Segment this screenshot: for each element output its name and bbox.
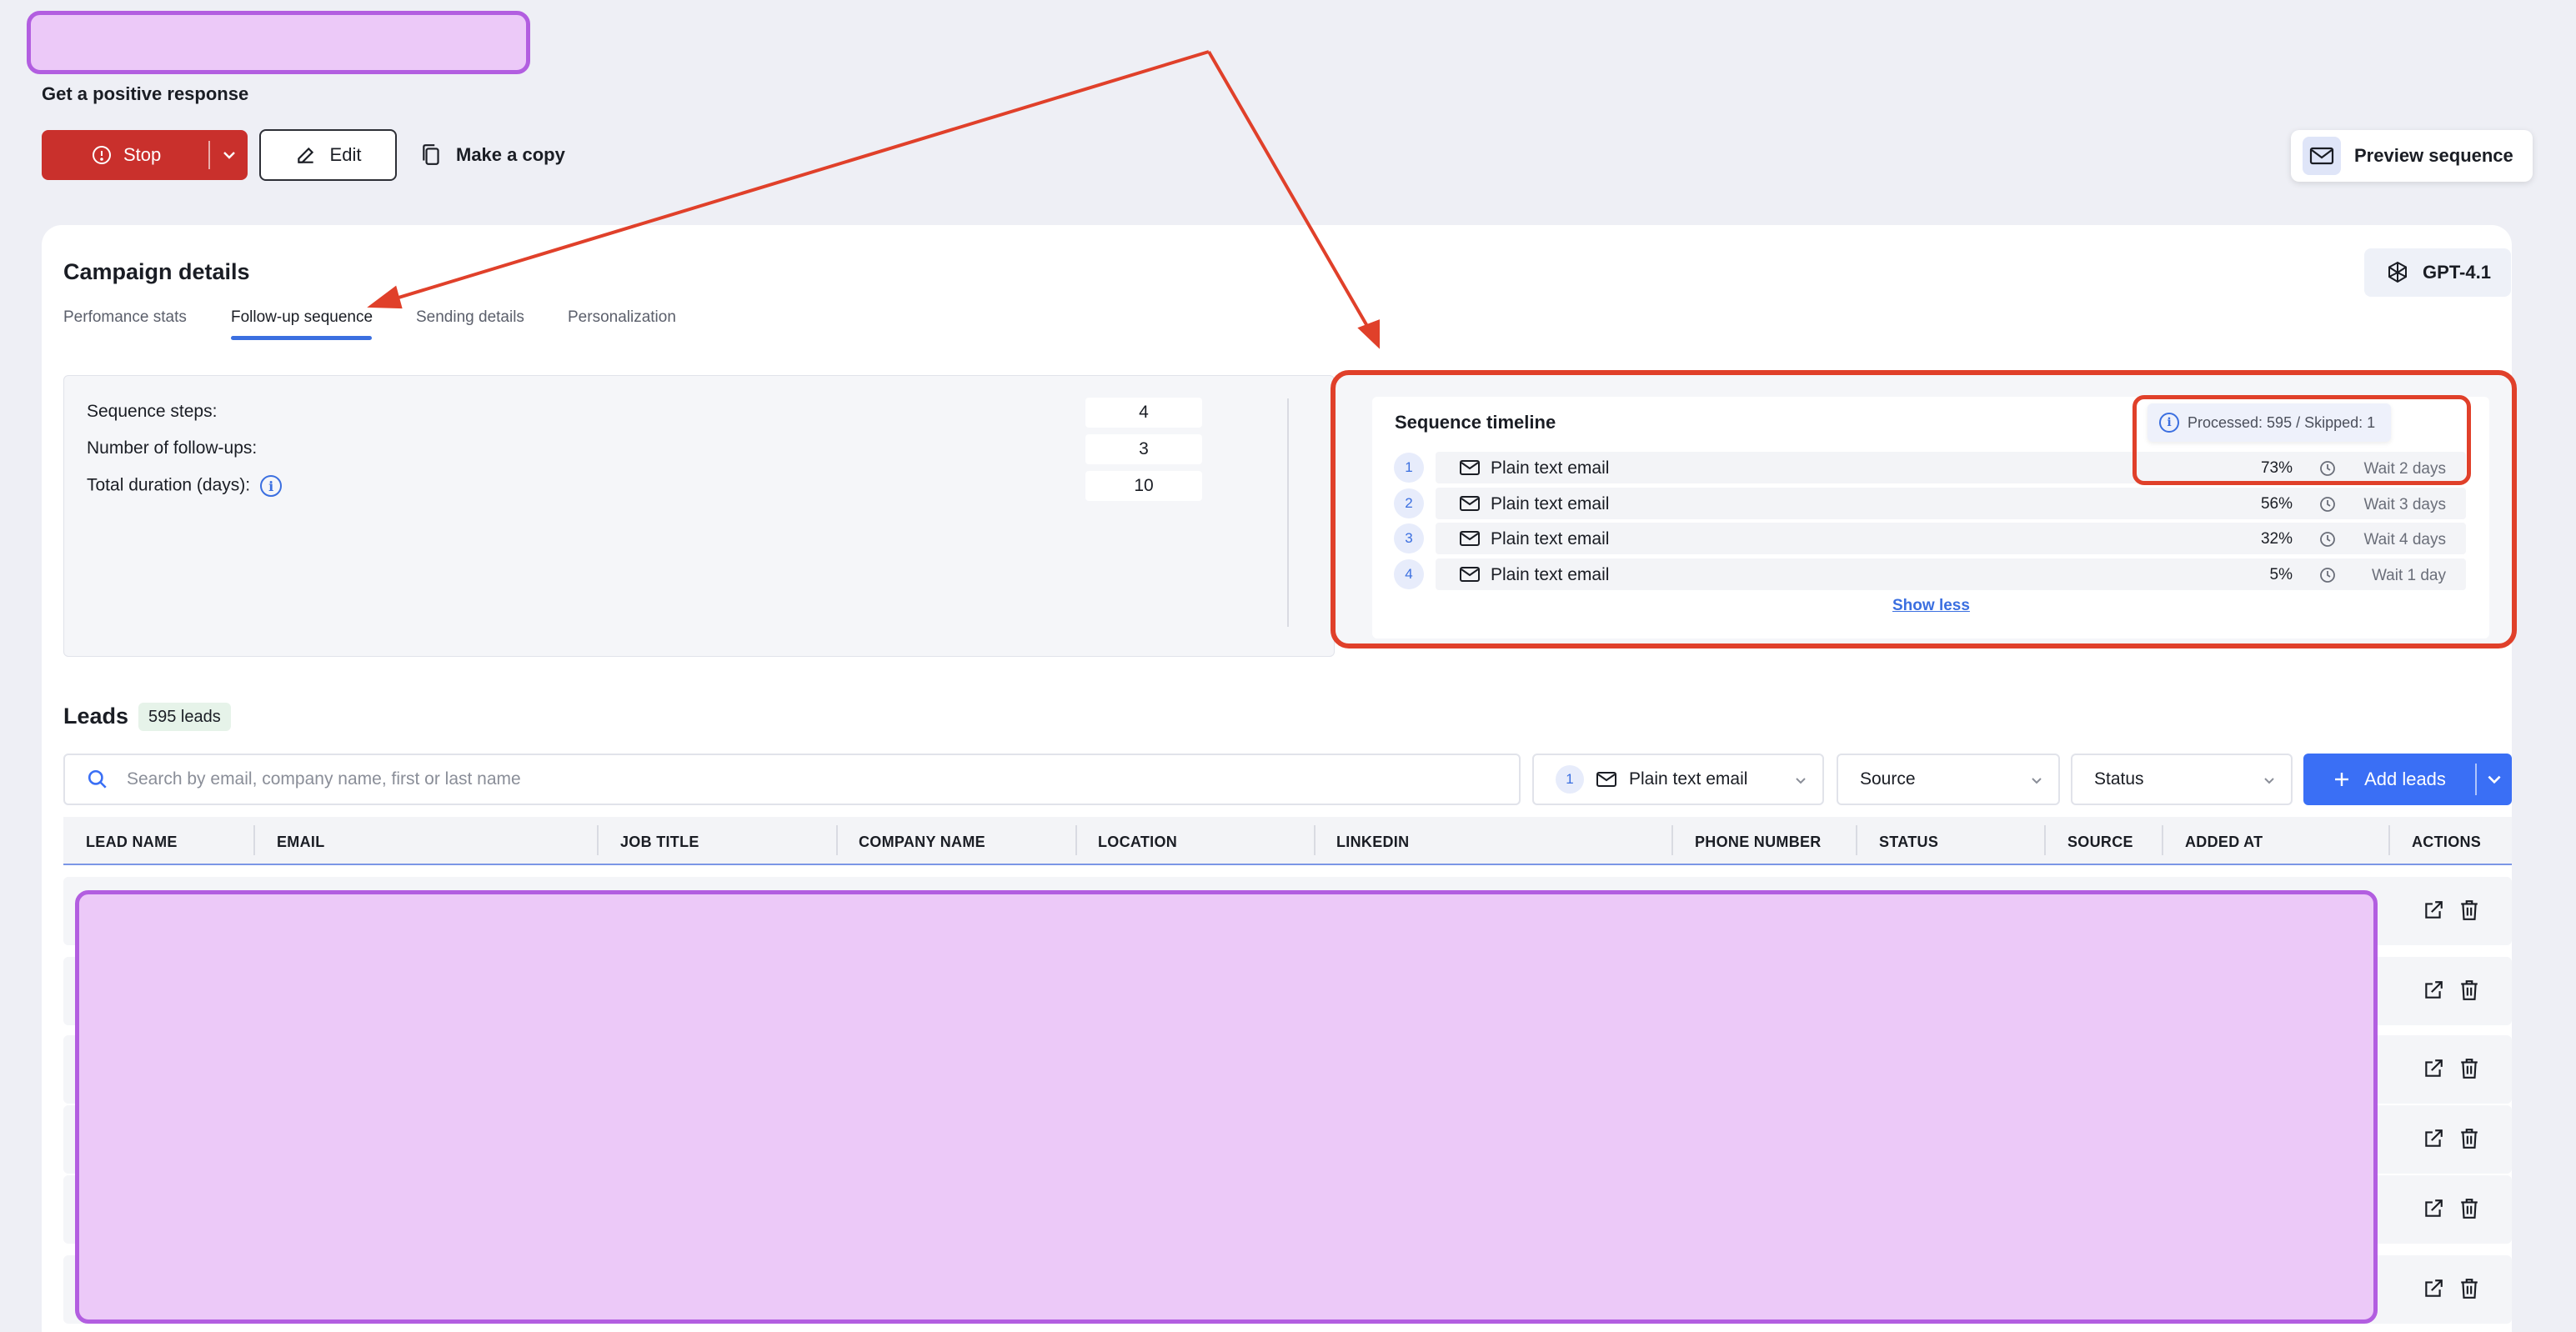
column-divider (253, 825, 255, 855)
row-actions (2423, 1198, 2479, 1219)
add-leads-split-button[interactable]: Add leads (2303, 754, 2512, 805)
leads-table-header (63, 817, 2512, 865)
column-divider (836, 825, 838, 855)
column-header[interactable]: JOB TITLE (620, 834, 699, 851)
source-filter-label: Source (1860, 769, 1916, 789)
add-leads-button[interactable]: Add leads (2303, 754, 2475, 805)
add-leads-label: Add leads (2364, 769, 2446, 789)
chevron-down-icon (2032, 778, 2042, 784)
step-filter-label: Plain text email (1629, 769, 1748, 789)
column-divider (2388, 825, 2390, 855)
row-actions (2423, 1058, 2479, 1079)
trash-icon[interactable] (2459, 1058, 2479, 1079)
status-filter-select[interactable]: Status (2071, 754, 2293, 805)
chevron-down-icon (1796, 778, 1806, 784)
split-divider (2475, 764, 2477, 795)
search-input[interactable] (127, 769, 1461, 789)
step-filter-select[interactable]: 1 Plain text email (1532, 754, 1824, 805)
external-link-icon[interactable] (2423, 899, 2444, 921)
row-actions (2423, 979, 2479, 1001)
column-divider (1075, 825, 1077, 855)
column-divider (2044, 825, 2046, 855)
column-header[interactable]: LOCATION (1098, 834, 1177, 851)
trash-icon[interactable] (2459, 979, 2479, 1001)
row-actions (2423, 899, 2479, 921)
chevron-down-icon[interactable] (2485, 770, 2503, 789)
envelope-icon (1596, 772, 1616, 787)
source-filter-select[interactable]: Source (1837, 754, 2060, 805)
column-divider (597, 825, 599, 855)
plus-icon (2335, 773, 2349, 786)
column-header[interactable]: PHONE NUMBER (1695, 834, 1822, 851)
leads-search[interactable] (63, 754, 1521, 805)
column-divider (1314, 825, 1316, 855)
chevron-down-icon (2264, 778, 2274, 784)
trash-icon[interactable] (2459, 899, 2479, 921)
external-link-icon[interactable] (2423, 1198, 2444, 1219)
status-filter-label: Status (2094, 769, 2144, 789)
redacted-leads-rows (75, 890, 2378, 1324)
row-actions (2423, 1278, 2479, 1299)
row-actions (2423, 1128, 2479, 1149)
trash-icon[interactable] (2459, 1128, 2479, 1149)
column-header[interactable]: STATUS (1879, 834, 1938, 851)
external-link-icon[interactable] (2423, 1058, 2444, 1079)
external-link-icon[interactable] (2423, 979, 2444, 1001)
external-link-icon[interactable] (2423, 1278, 2444, 1299)
column-header[interactable]: LINKEDIN (1336, 834, 1409, 851)
column-header[interactable]: COMPANY NAME (859, 834, 985, 851)
column-header: ACTIONS (2412, 834, 2482, 850)
column-header[interactable]: LEAD NAME (86, 834, 178, 851)
leads-count-badge: 595 leads (138, 703, 231, 731)
leads-title: Leads (63, 704, 129, 729)
column-divider (1856, 825, 1857, 855)
column-header[interactable]: ADDED AT (2185, 834, 2263, 851)
search-icon (88, 769, 107, 789)
column-divider (1671, 825, 1673, 855)
column-header[interactable]: SOURCE (2067, 834, 2133, 851)
step-filter-number: 1 (1556, 765, 1584, 794)
trash-icon[interactable] (2459, 1198, 2479, 1219)
column-header[interactable]: EMAIL (277, 834, 325, 851)
trash-icon[interactable] (2459, 1278, 2479, 1299)
column-divider (2162, 825, 2163, 855)
external-link-icon[interactable] (2423, 1128, 2444, 1149)
